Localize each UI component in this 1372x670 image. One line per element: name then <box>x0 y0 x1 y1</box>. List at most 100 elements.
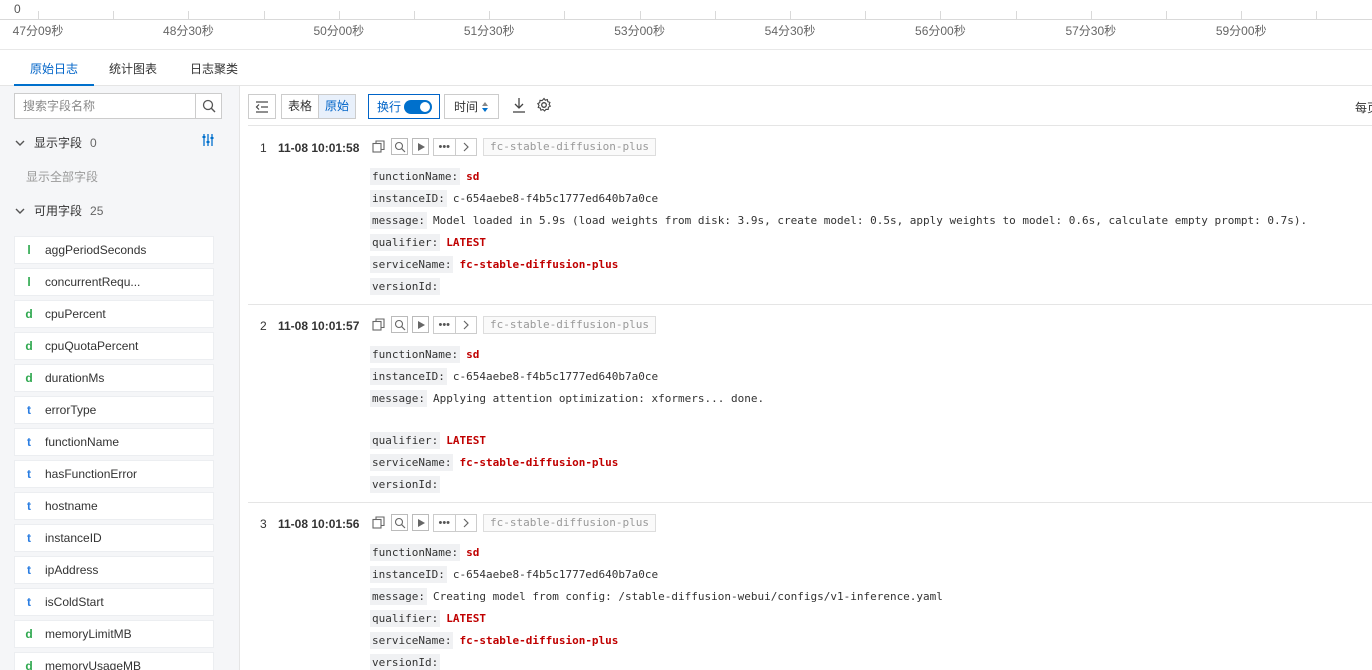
table-view-button[interactable]: 表格 <box>282 95 318 118</box>
log-field-value[interactable]: fc-stable-diffusion-plus <box>459 634 618 647</box>
log-field-key[interactable]: versionId: <box>370 278 441 295</box>
tab-log-clustering[interactable]: 日志聚类 <box>174 51 254 86</box>
field-name: hostname <box>45 499 98 513</box>
field-name: durationMs <box>45 371 105 385</box>
copy-icon[interactable] <box>370 316 387 333</box>
field-item[interactable]: l aggPeriodSeconds <box>14 236 214 264</box>
available-fields-header[interactable]: 可用字段 25 <box>14 202 103 219</box>
log-field-key[interactable]: functionName: <box>370 544 461 561</box>
log-field-value[interactable]: fc-stable-diffusion-plus <box>459 456 618 469</box>
log-field-key[interactable]: message: <box>370 212 427 229</box>
ellipsis-icon[interactable]: ••• <box>434 317 455 333</box>
log-field-value[interactable]: sd <box>466 546 479 559</box>
search-button[interactable] <box>195 94 221 118</box>
log-field-row: qualifier: LATEST <box>370 609 486 629</box>
context-query-icon[interactable] <box>391 514 408 531</box>
log-field-value[interactable]: Creating model from config: /stable-diff… <box>433 590 943 603</box>
log-field-key[interactable]: qualifier: <box>370 234 441 251</box>
chevron-right-icon[interactable] <box>454 139 477 155</box>
log-field-key[interactable]: instanceID: <box>370 190 447 207</box>
log-field-key[interactable]: message: <box>370 390 427 407</box>
log-field-value[interactable]: sd <box>466 170 479 183</box>
field-item[interactable]: l concurrentRequ... <box>14 268 214 296</box>
field-type-badge: l <box>27 243 31 257</box>
wrap-toggle-button[interactable]: 换行 <box>368 94 440 119</box>
log-field-value[interactable]: fc-stable-diffusion-plus <box>459 258 618 271</box>
field-item[interactable]: d memoryUsageMB <box>14 652 214 670</box>
live-tail-icon[interactable] <box>412 138 429 155</box>
tab-statistics-charts[interactable]: 统计图表 <box>93 51 173 86</box>
field-sidebar: 显示字段 0 显示全部字段 可用字段 25 laggPeriodSecondsl… <box>0 86 240 670</box>
log-source-tag[interactable]: fc-stable-diffusion-plus <box>483 514 656 532</box>
chevron-down-icon <box>15 208 25 214</box>
log-field-value[interactable]: c-654aebe8-f4b5c1777ed640b7a0ce <box>453 568 658 581</box>
field-item[interactable]: t hostname <box>14 492 214 520</box>
field-item[interactable]: d durationMs <box>14 364 214 392</box>
log-field-key[interactable]: qualifier: <box>370 610 441 627</box>
log-field-key[interactable]: serviceName: <box>370 632 454 649</box>
field-item[interactable]: t instanceID <box>14 524 214 552</box>
log-field-key[interactable]: message: <box>370 588 427 605</box>
field-settings-icon[interactable] <box>201 133 215 150</box>
copy-icon[interactable] <box>370 138 387 155</box>
field-item[interactable]: t ipAddress <box>14 556 214 584</box>
field-name: errorType <box>45 403 97 417</box>
timeline-minor-tick <box>1015 11 1017 19</box>
log-field-value[interactable]: c-654aebe8-f4b5c1777ed640b7a0ce <box>453 192 658 205</box>
log-field-key[interactable]: qualifier: <box>370 432 441 449</box>
chevron-right-icon[interactable] <box>454 317 477 333</box>
log-index: 1 <box>260 141 267 155</box>
live-tail-icon[interactable] <box>412 514 429 531</box>
field-search-input[interactable] <box>15 94 197 118</box>
field-item[interactable]: t functionName <box>14 428 214 456</box>
log-field-key[interactable]: serviceName: <box>370 454 454 471</box>
log-field-key[interactable]: functionName: <box>370 346 461 363</box>
log-field-key[interactable]: instanceID: <box>370 368 447 385</box>
log-field-value[interactable]: LATEST <box>446 612 486 625</box>
field-item[interactable]: d cpuQuotaPercent <box>14 332 214 360</box>
context-query-icon[interactable] <box>391 138 408 155</box>
collapse-sidebar-icon <box>255 100 268 113</box>
timeline-minor-tick <box>1316 11 1318 19</box>
tab-raw-logs[interactable]: 原始日志 <box>14 51 95 86</box>
field-item[interactable]: d memoryLimitMB <box>14 620 214 648</box>
log-field-value[interactable]: sd <box>466 348 479 361</box>
log-field-key[interactable]: versionId: <box>370 476 441 493</box>
field-name: aggPeriodSeconds <box>45 243 147 257</box>
collapse-sidebar-button[interactable] <box>248 94 276 119</box>
chevron-right-icon[interactable] <box>454 515 477 531</box>
field-item[interactable]: t hasFunctionError <box>14 460 214 488</box>
ellipsis-icon[interactable]: ••• <box>434 139 455 155</box>
log-field-key[interactable]: versionId: <box>370 654 441 670</box>
log-field-row: instanceID: c-654aebe8-f4b5c1777ed640b7a0… <box>370 565 658 585</box>
raw-view-button[interactable]: 原始 <box>318 95 356 118</box>
show-all-fields-link[interactable]: 显示全部字段 <box>26 168 98 185</box>
log-field-key[interactable]: instanceID: <box>370 566 447 583</box>
live-tail-icon[interactable] <box>412 316 429 333</box>
wrap-toggle-switch[interactable] <box>404 99 433 114</box>
log-field-value[interactable]: LATEST <box>446 434 486 447</box>
log-source-tag[interactable]: fc-stable-diffusion-plus <box>483 138 656 156</box>
copy-icon[interactable] <box>370 514 387 531</box>
ellipsis-icon[interactable]: ••• <box>434 515 455 531</box>
log-field-key[interactable]: functionName: <box>370 168 461 185</box>
log-field-value[interactable]: Applying attention optimization: xformer… <box>433 392 764 405</box>
time-sort-button[interactable]: 时间 <box>444 94 499 119</box>
field-item[interactable]: d cpuPercent <box>14 300 214 328</box>
field-item[interactable]: t isColdStart <box>14 588 214 616</box>
log-source-tag[interactable]: fc-stable-diffusion-plus <box>483 316 656 334</box>
shown-fields-header[interactable]: 显示字段 0 <box>14 134 97 151</box>
log-field-key[interactable]: serviceName: <box>370 256 454 273</box>
log-field-value[interactable]: LATEST <box>446 236 486 249</box>
more-actions-group: ••• <box>433 514 477 532</box>
log-field-row: versionId: <box>370 277 446 297</box>
log-field-value[interactable]: Model loaded in 5.9s (load weights from … <box>433 214 1307 227</box>
field-item[interactable]: t errorType <box>14 396 214 424</box>
log-field-row: qualifier: LATEST <box>370 431 486 451</box>
log-field-value[interactable]: c-654aebe8-f4b5c1777ed640b7a0ce <box>453 370 658 383</box>
timeline-tick <box>1090 11 1092 19</box>
download-icon[interactable] <box>511 97 527 116</box>
gear-icon[interactable] <box>536 97 552 116</box>
timeline-tick <box>639 11 641 19</box>
context-query-icon[interactable] <box>391 316 408 333</box>
